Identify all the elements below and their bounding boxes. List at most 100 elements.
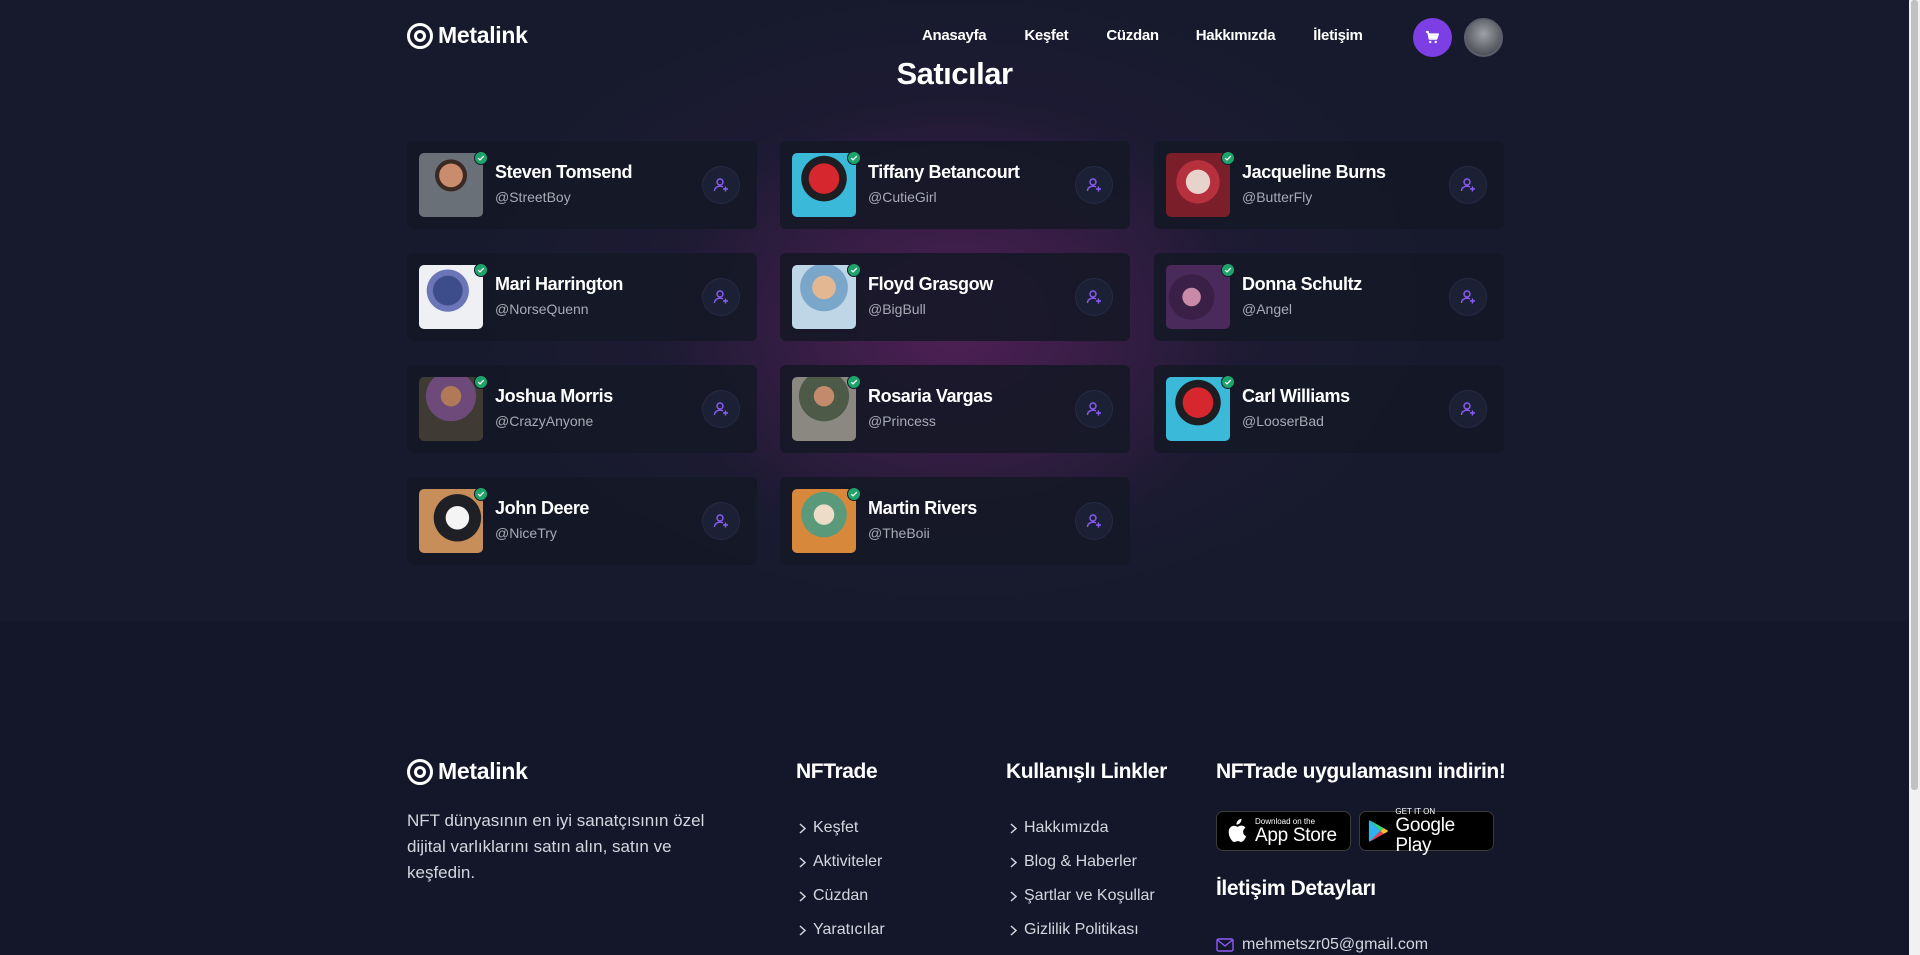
seller-handle: @CrazyAnyone [495,413,594,429]
footer-link-about[interactable]: Hakkımızda [1009,811,1155,845]
nav-link-contact[interactable]: İletişim [1313,27,1363,44]
seller-name[interactable]: Steven Tomsend [495,162,633,183]
seller-card[interactable]: John Deere @NiceTry [407,477,757,565]
navbar: Metalink Anasayfa Keşfet Cüzdan Hakkımız… [407,16,1504,58]
follow-button[interactable] [702,502,740,540]
google-play-button[interactable]: GET IT ON Google Play [1359,807,1494,855]
verified-badge-icon [474,487,488,501]
footer-useful-links-title: Kullanışlı Linkler [1006,760,1167,783]
footer-brand-name: Metalink [438,758,528,784]
footer-link-terms[interactable]: Şartlar ve Koşullar [1009,879,1155,913]
seller-name[interactable]: Rosaria Vargas [868,386,993,407]
footer-link-activities[interactable]: Aktiviteler [798,845,885,879]
seller-name[interactable]: Mari Harrington [495,274,623,295]
follow-button[interactable] [702,390,740,428]
footer-useful-links: Hakkımızda Blog & Haberler Şartlar ve Ko… [1009,811,1155,947]
user-avatar[interactable] [1464,18,1503,57]
add-user-icon [713,178,728,192]
seller-card[interactable]: Steven Tomsend @StreetBoy [407,141,757,229]
seller-avatar[interactable] [792,153,856,217]
seller-card[interactable]: Tiffany Betancourt @CutieGirl [780,141,1130,229]
follow-button[interactable] [1075,166,1113,204]
seller-card[interactable]: Mari Harrington @NorseQuenn [407,253,757,341]
footer-app-title: NFTrade uygulamasını indirin! [1216,760,1506,783]
cart-button[interactable] [1413,18,1452,57]
seller-avatar[interactable] [419,489,483,553]
footer-contact-title: İletişim Detayları [1216,877,1376,900]
seller-name[interactable]: Martin Rivers [868,498,977,519]
chevron-right-icon [798,924,807,936]
seller-card[interactable]: Donna Schultz @Angel [1154,253,1504,341]
verified-badge-icon [1221,375,1235,389]
cart-icon [1425,31,1439,44]
add-user-icon [1086,290,1101,304]
seller-name[interactable]: Floyd Grasgow [868,274,993,295]
seller-avatar[interactable] [1166,377,1230,441]
seller-avatar[interactable] [792,377,856,441]
seller-handle: @Angel [1242,301,1293,317]
app-store-button[interactable]: Download on the App Store [1216,811,1351,851]
chevron-right-icon [798,856,807,868]
follow-button[interactable] [1075,278,1113,316]
seller-card[interactable]: Jacqueline Burns @ButterFly [1154,141,1504,229]
chevron-right-icon [1009,822,1018,834]
verified-badge-icon [847,151,861,165]
footer-link-privacy[interactable]: Gizlilik Politikası [1009,913,1155,947]
verified-badge-icon [847,487,861,501]
seller-avatar[interactable] [419,153,483,217]
seller-avatar[interactable] [419,265,483,329]
seller-name[interactable]: Joshua Morris [495,386,613,407]
nav-link-about[interactable]: Hakkımızda [1196,27,1276,44]
logo-icon [407,22,433,49]
follow-button[interactable] [702,166,740,204]
seller-card[interactable]: Joshua Morris @CrazyAnyone [407,365,757,453]
nav-link-explore[interactable]: Keşfet [1024,27,1068,44]
follow-button[interactable] [1449,390,1487,428]
follow-button[interactable] [1075,502,1113,540]
seller-name[interactable]: Donna Schultz [1242,274,1362,295]
chevron-right-icon [1009,924,1018,936]
scrollbar-thumb[interactable] [1911,0,1918,790]
seller-name[interactable]: John Deere [495,498,589,519]
seller-handle: @NiceTry [495,525,557,541]
footer-link-wallet[interactable]: Cüzdan [798,879,885,913]
seller-handle: @TheBoii [868,525,930,541]
logo-icon [407,758,433,785]
chevron-right-icon [1009,890,1018,902]
seller-avatar[interactable] [419,377,483,441]
seller-card[interactable]: Rosaria Vargas @Princess [780,365,1130,453]
follow-button[interactable] [1075,390,1113,428]
nav-link-wallet[interactable]: Cüzdan [1106,27,1159,44]
verified-badge-icon [847,375,861,389]
follow-button[interactable] [1449,166,1487,204]
footer-link-explore[interactable]: Keşfet [798,811,885,845]
seller-card[interactable]: Martin Rivers @TheBoii [780,477,1130,565]
seller-card[interactable]: Floyd Grasgow @BigBull [780,253,1130,341]
follow-button[interactable] [1449,278,1487,316]
seller-handle: @NorseQuenn [495,301,589,317]
seller-name[interactable]: Carl Williams [1242,386,1350,407]
verified-badge-icon [474,375,488,389]
page-scrollbar[interactable] [1909,0,1920,955]
seller-name[interactable]: Jacqueline Burns [1242,162,1386,183]
seller-avatar[interactable] [1166,153,1230,217]
footer-link-creators[interactable]: Yaratıcılar [798,913,885,947]
footer-nftrade-links: Keşfet Aktiviteler Cüzdan Yaratıcılar [798,811,885,947]
add-user-icon [1460,178,1475,192]
footer-link-blog[interactable]: Blog & Haberler [1009,845,1155,879]
seller-name[interactable]: Tiffany Betancourt [868,162,1020,183]
footer-contact-email[interactable]: mehmetszr05@gmail.com [1216,936,1428,954]
brand-logo[interactable]: Metalink [407,22,528,49]
seller-avatar[interactable] [792,265,856,329]
nav-link-home[interactable]: Anasayfa [922,27,987,44]
seller-card[interactable]: Carl Williams @LooserBad [1154,365,1504,453]
follow-button[interactable] [702,278,740,316]
seller-avatar[interactable] [1166,265,1230,329]
add-user-icon [713,290,728,304]
seller-handle: @Princess [868,413,936,429]
brand-name: Metalink [438,22,528,48]
footer-logo[interactable]: Metalink [407,758,528,785]
nav-links: Anasayfa Keşfet Cüzdan Hakkımızda İletiş… [922,27,1401,44]
google-play-big-text: Google Play [1395,814,1455,856]
seller-avatar[interactable] [792,489,856,553]
